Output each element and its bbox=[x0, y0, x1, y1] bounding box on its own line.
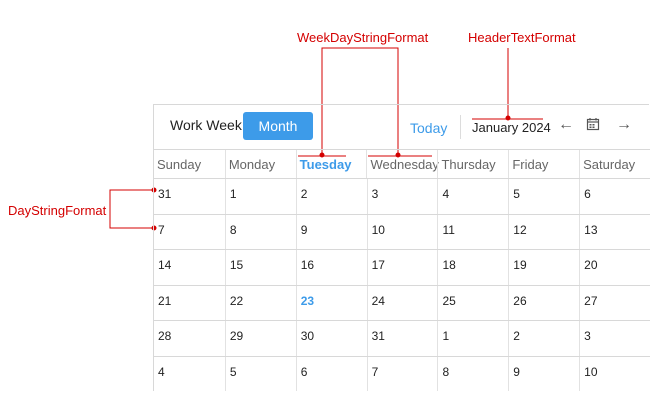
day-cell-today[interactable]: 23 bbox=[295, 285, 367, 320]
week-row: 7 8 9 10 11 12 13 bbox=[154, 213, 650, 250]
weekday-tuesday: Tuesday bbox=[295, 150, 367, 178]
weekday-thursday: Thursday bbox=[437, 150, 508, 178]
day-cell[interactable]: 7 bbox=[366, 356, 438, 391]
day-cell[interactable]: 10 bbox=[579, 356, 650, 391]
arrow-right-icon[interactable]: → bbox=[616, 116, 632, 134]
week-row: 4 5 6 7 8 9 10 bbox=[154, 355, 650, 392]
month-button[interactable]: Month bbox=[243, 112, 313, 140]
week-row: 28 29 30 31 1 2 3 bbox=[154, 320, 650, 356]
day-cell[interactable]: 10 bbox=[366, 214, 438, 249]
weekday-monday: Monday bbox=[224, 150, 296, 178]
day-cell[interactable]: 31 bbox=[154, 179, 225, 214]
day-cell[interactable]: 9 bbox=[508, 356, 579, 391]
day-cell[interactable]: 6 bbox=[295, 356, 367, 391]
day-cell[interactable]: 9 bbox=[295, 214, 367, 249]
day-cell[interactable]: 17 bbox=[366, 250, 438, 285]
weekday-header: Sunday Monday Tuesday Wednesday Thursday… bbox=[154, 149, 650, 178]
weekday-wednesday: Wednesday bbox=[366, 150, 439, 178]
calendar-toolbar: Work Week Month Today January 2024 ← → bbox=[154, 105, 650, 149]
calendar-icon[interactable] bbox=[586, 117, 600, 136]
day-cell[interactable]: 2 bbox=[508, 321, 579, 356]
day-cell[interactable]: 4 bbox=[437, 179, 508, 214]
annotation-header-format: HeaderTextFormat bbox=[468, 30, 576, 45]
month-grid: 31 1 2 3 4 5 6 7 8 9 10 11 12 13 14 15 16 17 18 19 20 21 22 23 2… bbox=[154, 178, 650, 391]
day-cell[interactable]: 3 bbox=[366, 179, 438, 214]
week-row: 14 15 16 17 18 19 20 bbox=[154, 249, 650, 285]
day-cell[interactable]: 21 bbox=[154, 286, 225, 321]
day-cell[interactable]: 1 bbox=[224, 179, 296, 214]
day-cell[interactable]: 26 bbox=[508, 285, 579, 320]
day-cell[interactable]: 29 bbox=[224, 321, 296, 356]
today-button[interactable]: Today bbox=[410, 120, 447, 136]
day-cell[interactable]: 30 bbox=[295, 321, 367, 356]
day-cell[interactable]: 5 bbox=[224, 356, 296, 391]
day-cell[interactable]: 4 bbox=[154, 357, 225, 392]
weekday-saturday: Saturday bbox=[579, 150, 650, 178]
annotation-day-format: DayStringFormat bbox=[8, 203, 107, 218]
day-cell[interactable]: 18 bbox=[437, 250, 508, 285]
day-cell[interactable]: 24 bbox=[366, 285, 438, 320]
work-week-button[interactable]: Work Week bbox=[170, 117, 242, 133]
day-cell[interactable]: 13 bbox=[579, 214, 650, 249]
weekday-friday: Friday bbox=[508, 150, 579, 178]
day-cell[interactable]: 11 bbox=[437, 214, 508, 249]
day-cell[interactable]: 22 bbox=[224, 285, 296, 320]
day-cell[interactable]: 20 bbox=[579, 250, 650, 285]
day-cell[interactable]: 1 bbox=[437, 321, 508, 356]
toolbar-divider bbox=[460, 115, 461, 139]
annotation-weekday-format: WeekDayStringFormat bbox=[297, 30, 429, 45]
day-cell[interactable]: 3 bbox=[579, 321, 650, 356]
day-cell[interactable]: 14 bbox=[154, 250, 225, 285]
day-cell[interactable]: 16 bbox=[295, 250, 367, 285]
day-cell[interactable]: 31 bbox=[366, 321, 438, 356]
day-cell[interactable]: 6 bbox=[579, 179, 650, 214]
day-cell[interactable]: 8 bbox=[437, 356, 508, 391]
day-cell[interactable]: 28 bbox=[154, 321, 225, 356]
day-cell[interactable]: 27 bbox=[579, 285, 650, 320]
day-cell[interactable]: 19 bbox=[508, 250, 579, 285]
day-cell[interactable]: 8 bbox=[224, 214, 296, 249]
day-cell[interactable]: 15 bbox=[224, 250, 296, 285]
day-cell[interactable]: 5 bbox=[508, 179, 579, 214]
day-cell[interactable]: 2 bbox=[295, 179, 367, 214]
day-cell[interactable]: 25 bbox=[437, 285, 508, 320]
weekday-sunday: Sunday bbox=[157, 157, 202, 172]
arrow-left-icon[interactable]: ← bbox=[558, 116, 574, 134]
header-text: January 2024 bbox=[472, 120, 551, 135]
week-row: 21 22 23 24 25 26 27 bbox=[154, 284, 650, 321]
calendar: Work Week Month Today January 2024 ← → S… bbox=[153, 104, 650, 391]
week-row: 31 1 2 3 4 5 6 bbox=[154, 178, 650, 214]
day-cell[interactable]: 12 bbox=[508, 214, 579, 249]
day-cell[interactable]: 7 bbox=[154, 215, 225, 250]
